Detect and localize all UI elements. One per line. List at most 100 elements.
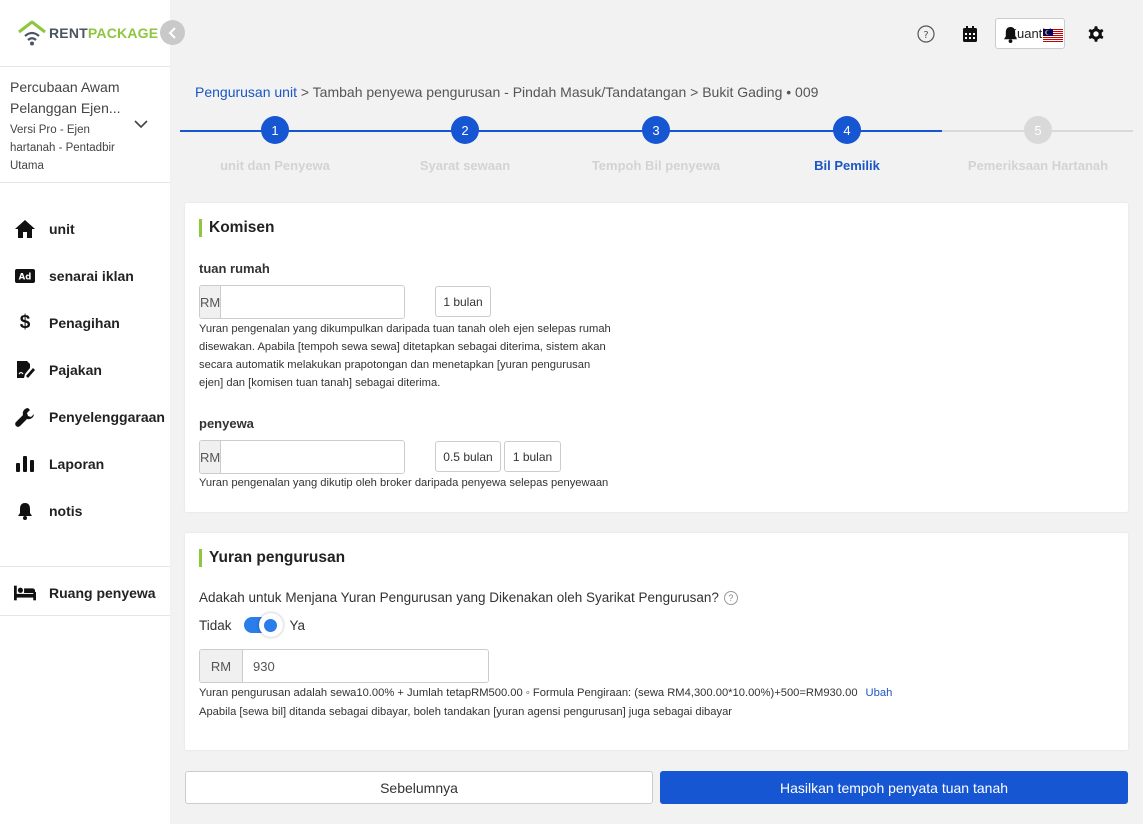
- divider: [0, 566, 170, 567]
- gear-icon[interactable]: [1086, 24, 1106, 44]
- step-number: 5: [1024, 116, 1052, 144]
- sidebar-item-lease[interactable]: Pajakan: [0, 352, 170, 388]
- help-line: Yuran pengenalan yang dikumpulkan daripa…: [199, 323, 611, 335]
- toggle-off-label: Tidak: [199, 617, 232, 633]
- sidebar-item-label: Laporan: [49, 456, 105, 472]
- account-name-line1: Percubaan Awam: [10, 79, 120, 95]
- tenant-label: penyewa: [199, 416, 254, 431]
- dollar-icon: $: [19, 312, 31, 333]
- edit-formula-link[interactable]: Ubah: [866, 687, 893, 699]
- sidebar-item-listings[interactable]: Ad senarai iklan: [0, 258, 170, 294]
- malaysia-flag-icon[interactable]: [1043, 25, 1063, 45]
- previous-button[interactable]: Sebelumnya: [185, 771, 653, 804]
- help-line: ejen] dan [komisen tuan tanah] sebagai d…: [199, 377, 441, 389]
- help-line: disewakan. Apabila [tempoh sewa sewa] di…: [199, 341, 606, 353]
- question-text: Adakah untuk Menjana Yuran Pengurusan ya…: [199, 590, 719, 605]
- management-fee-field: RM: [199, 649, 489, 683]
- sidebar-item-tenant-room[interactable]: Ruang penyewa: [0, 575, 170, 611]
- step-label: Pemeriksaan Hartanah: [967, 158, 1109, 173]
- contract-icon: [14, 359, 36, 381]
- account-switcher[interactable]: Percubaan Awam Pelanggan Ejen... Versi P…: [10, 77, 160, 175]
- landlord-commission-input[interactable]: [221, 286, 404, 318]
- topbar: Kuantiti ?: [170, 0, 1143, 67]
- step-label: Syarat sewaan: [419, 158, 511, 173]
- logo[interactable]: RENT PACKAGE: [17, 18, 158, 48]
- notification-bell-icon[interactable]: [1000, 24, 1020, 44]
- sidebar-item-reports[interactable]: Laporan: [0, 446, 170, 482]
- breadcrumb-link-unit-management[interactable]: Pengurusan unit: [195, 84, 297, 100]
- step-5[interactable]: 5 Pemeriksaan Hartanah: [943, 116, 1133, 173]
- tenant-help-text: Yuran pengenalan yang dikutip oleh broke…: [199, 477, 609, 489]
- bar-chart-icon: [14, 453, 36, 475]
- toggle-knob: [258, 613, 283, 637]
- breadcrumb: Pengurusan unit > Tambah penyewa penguru…: [195, 84, 818, 100]
- landlord-label: tuan rumah: [199, 261, 270, 276]
- home-icon: [14, 218, 36, 240]
- tenant-half-month-button[interactable]: 0.5 bulan: [435, 441, 501, 472]
- landlord-1-month-button[interactable]: 1 bulan: [435, 286, 491, 317]
- svg-text:?: ?: [923, 30, 928, 41]
- sidebar-item-notices[interactable]: notis: [0, 493, 170, 529]
- step-label: Tempoh Bil penyewa: [591, 158, 721, 173]
- commission-title: Komisen: [199, 219, 274, 237]
- divider: [0, 615, 170, 616]
- calendar-icon[interactable]: [960, 24, 980, 44]
- account-name-line2: Pelanggan Ejen...: [10, 100, 121, 116]
- sidebar-collapse-button[interactable]: [160, 20, 185, 45]
- sidebar-item-billing[interactable]: $ Penagihan: [0, 305, 170, 341]
- account-role: Versi Pro - Ejen hartanah - Pentadbir Ut…: [10, 124, 115, 172]
- landlord-commission-field: RM: [199, 285, 405, 319]
- step-4[interactable]: 4 Bil Pemilik: [752, 116, 942, 173]
- tenant-1-month-button[interactable]: 1 bulan: [504, 441, 561, 472]
- step-number: 4: [833, 116, 861, 144]
- step-number: 2: [451, 116, 479, 144]
- sidebar-item-label: senarai iklan: [49, 268, 134, 284]
- divider: [0, 66, 170, 67]
- management-fee-toggle[interactable]: [243, 613, 283, 637]
- logo-text-package: PACKAGE: [87, 25, 159, 41]
- sidebar: RENT PACKAGE Percubaan Awam Pelanggan Eje…: [0, 0, 170, 824]
- sidebar-item-label: Pajakan: [49, 362, 102, 378]
- sidebar-item-label: Ruang penyewa: [49, 585, 156, 601]
- landlord-help-text: Yuran pengenalan yang dikumpulkan daripa…: [199, 320, 611, 392]
- chevron-down-icon[interactable]: [134, 117, 148, 132]
- help-icon[interactable]: ?: [916, 24, 936, 44]
- step-label: unit dan Penyewa: [220, 158, 330, 173]
- divider: [0, 182, 170, 183]
- formula-text: Yuran pengurusan adalah sewa10.00% + Jum…: [199, 687, 858, 699]
- svg-text:Ad: Ad: [19, 273, 32, 283]
- sidebar-item-label: Penagihan: [49, 315, 120, 331]
- sidebar-item-label: Penyelenggaraan: [49, 409, 165, 425]
- currency-addon: RM: [200, 441, 222, 473]
- tenant-commission-input[interactable]: [221, 441, 404, 473]
- bed-icon: [14, 582, 36, 604]
- commission-card: Komisen tuan rumah RM 1 bulan Yuran peng…: [185, 203, 1128, 512]
- question-help-icon[interactable]: ?: [723, 590, 738, 605]
- step-2[interactable]: 2 Syarat sewaan: [370, 116, 560, 173]
- management-fee-formula: Yuran pengurusan adalah sewa10.00% + Jum…: [199, 687, 892, 699]
- ad-icon: Ad: [14, 265, 36, 287]
- generate-landlord-statement-button[interactable]: Hasilkan tempoh penyata tuan tanah: [660, 771, 1128, 804]
- step-1[interactable]: 1 unit dan Penyewa: [180, 116, 370, 173]
- currency-addon: RM: [200, 650, 243, 682]
- sidebar-item-unit[interactable]: unit: [0, 211, 170, 247]
- toggle-on-label: Ya: [289, 617, 306, 633]
- step-number: 3: [642, 116, 670, 144]
- management-fee-toggle-row: Tidak Ya: [199, 613, 306, 637]
- progress-stepper: 1 unit dan Penyewa 2 Syarat sewaan 3 Tem…: [180, 116, 1133, 176]
- management-fee-input[interactable]: [243, 650, 488, 682]
- sidebar-item-label: notis: [49, 503, 83, 519]
- management-fee-question: Adakah untuk Menjana Yuran Pengurusan ya…: [199, 590, 738, 605]
- wifi-house-logo-icon: [17, 19, 47, 47]
- bell-icon: [14, 500, 36, 522]
- step-label: Bil Pemilik: [814, 158, 880, 173]
- help-line: secara automatik melakukan prapotongan d…: [199, 359, 591, 371]
- sidebar-item-label: unit: [49, 221, 75, 237]
- currency-addon: RM: [200, 286, 222, 318]
- management-fee-card: Yuran pengurusan Adakah untuk Menjana Yu…: [185, 533, 1128, 750]
- management-fee-note: Apabila [sewa bil] ditanda sebagai dibay…: [199, 706, 733, 718]
- wrench-icon: [14, 406, 36, 428]
- step-3[interactable]: 3 Tempoh Bil penyewa: [561, 116, 751, 173]
- sidebar-item-maintenance[interactable]: Penyelenggaraan: [0, 399, 170, 435]
- breadcrumb-path: > Tambah penyewa pengurusan - Pindah Mas…: [296, 84, 819, 100]
